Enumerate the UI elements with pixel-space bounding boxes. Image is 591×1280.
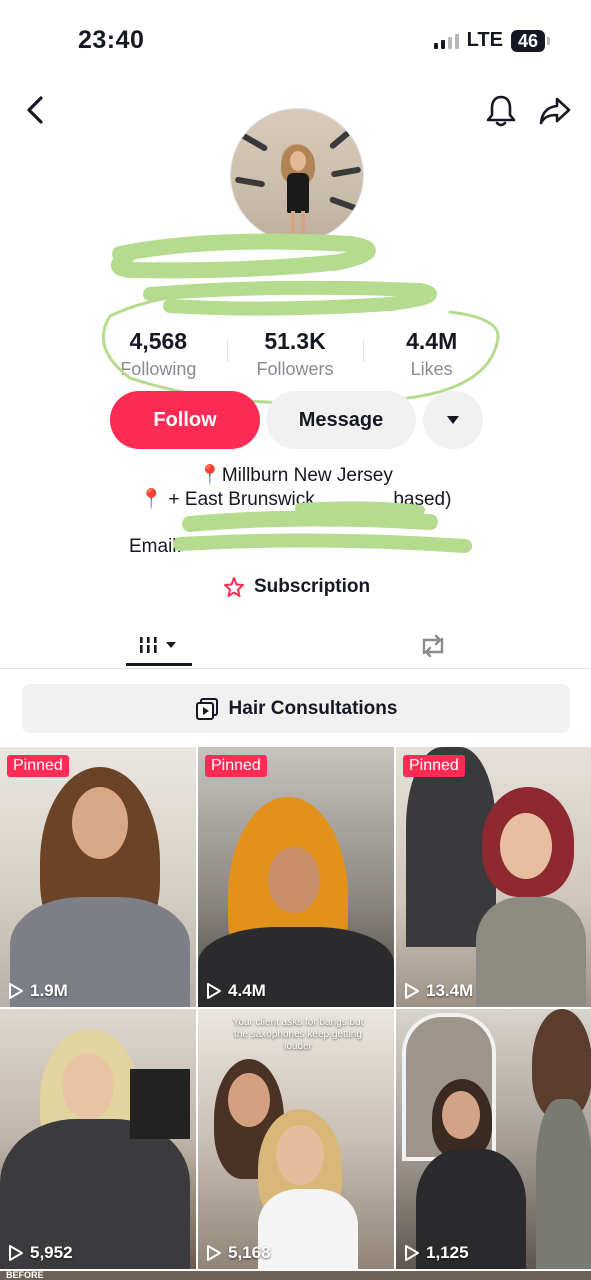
- share-arrow-icon[interactable]: [536, 92, 574, 130]
- video-tile[interactable]: Pinned 1.9M: [0, 747, 196, 1007]
- next-row-label: BEFORE: [6, 1270, 44, 1280]
- followers-label: Followers: [256, 359, 334, 379]
- bio-location-text: Millburn New Jersey: [221, 465, 393, 486]
- tab-divider: [0, 668, 591, 669]
- view-count: 1.9M: [8, 981, 68, 1001]
- follow-button[interactable]: Follow: [110, 391, 260, 449]
- view-count-text: 13.4M: [426, 981, 474, 1000]
- status-indicators: LTE 46: [433, 29, 551, 52]
- tab-reposts[interactable]: [400, 626, 466, 666]
- network-label: LTE: [466, 29, 503, 51]
- view-count-text: 1,125: [426, 1243, 469, 1262]
- grid-bars-icon: [140, 636, 176, 653]
- status-time: 23:40: [78, 26, 145, 54]
- signal-icon: [433, 33, 459, 49]
- subscription-star-icon: [224, 577, 244, 597]
- playlist-hair-consultations[interactable]: Hair Consultations: [22, 684, 570, 733]
- profile-stats: 4,568 Following 51.3K Followers 4.4M Lik…: [90, 328, 500, 380]
- playlist-icon: [195, 697, 218, 720]
- video-tile[interactable]: Your client asks for bangs but the saxop…: [198, 1009, 394, 1269]
- view-count: 5,952: [8, 1243, 73, 1263]
- play-icon: [207, 983, 221, 999]
- video-tile[interactable]: 1,125: [396, 1009, 591, 1269]
- view-count-text: 5,952: [30, 1243, 73, 1262]
- bell-icon[interactable]: [482, 92, 520, 130]
- subscription-label: Subscription: [254, 576, 371, 597]
- pinned-badge: Pinned: [403, 755, 465, 777]
- likes-label: Likes: [410, 359, 453, 379]
- tab-videos[interactable]: [126, 626, 192, 666]
- view-count-text: 4.4M: [228, 981, 266, 1000]
- following-label: Following: [120, 359, 197, 379]
- play-icon: [9, 1245, 23, 1261]
- view-count: 4.4M: [206, 981, 266, 1001]
- play-icon: [207, 1245, 221, 1261]
- pin-icon: 📍: [198, 465, 222, 486]
- pinned-badge: Pinned: [205, 755, 267, 777]
- video-tile[interactable]: 5,952: [0, 1009, 196, 1269]
- bio-location: 📍Millburn New Jersey: [0, 463, 591, 487]
- pin-icon: 📍: [139, 489, 164, 510]
- likes-count: 4.4M: [406, 328, 458, 354]
- play-icon: [9, 983, 23, 999]
- censor-scribble: [101, 233, 500, 405]
- following-stat[interactable]: 4,568 Following: [90, 328, 227, 380]
- battery-icon: 46: [510, 29, 551, 52]
- play-icon: [405, 983, 419, 999]
- next-row-peek: [0, 1271, 591, 1280]
- followers-count: 51.3K: [264, 328, 326, 354]
- following-count: 4,568: [129, 328, 188, 354]
- avatar[interactable]: [230, 108, 364, 242]
- more-options-button[interactable]: [423, 391, 483, 449]
- view-count-text: 1.9M: [30, 981, 68, 1000]
- likes-stat: 4.4M Likes: [363, 328, 500, 380]
- view-count: 5,168: [206, 1243, 271, 1263]
- repost-icon: [422, 634, 444, 658]
- followers-stat[interactable]: 51.3K Followers: [226, 328, 364, 380]
- subscription-link[interactable]: Subscription: [222, 576, 370, 598]
- back-icon[interactable]: [18, 92, 54, 128]
- view-count: 13.4M: [404, 981, 473, 1001]
- view-count: 1,125: [404, 1243, 469, 1263]
- play-icon: [405, 1245, 419, 1261]
- video-tile[interactable]: Pinned 4.4M: [198, 747, 394, 1007]
- caret-down-icon: [447, 416, 459, 424]
- message-button[interactable]: Message: [266, 391, 416, 449]
- playlist-label: Hair Consultations: [228, 697, 398, 719]
- pinned-badge: Pinned: [7, 755, 69, 777]
- video-caption: Your client asks for bangs but the saxop…: [232, 1017, 364, 1052]
- video-tile[interactable]: Pinned 13.4M: [396, 747, 591, 1007]
- view-count-text: 5,168: [228, 1243, 271, 1262]
- censor-scribble-bio: [173, 501, 472, 553]
